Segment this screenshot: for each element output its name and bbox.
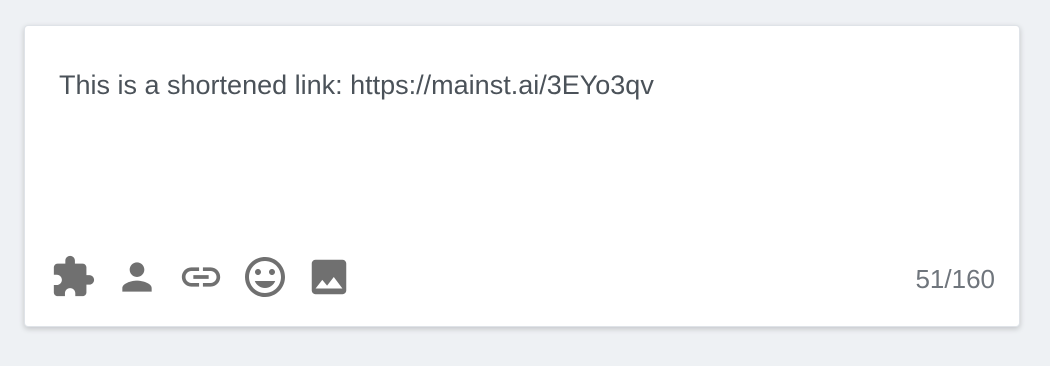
insert-emoji-button[interactable] [241,253,289,301]
insert-image-button[interactable] [305,253,353,301]
link-icon [178,254,224,300]
person-icon [115,255,159,299]
mention-person-button[interactable] [113,253,161,301]
message-text[interactable]: This is a shortened link: https://mainst… [59,68,989,102]
add-integration-button[interactable] [49,253,97,301]
puzzle-icon [50,254,96,300]
message-composer[interactable]: This is a shortened link: https://mainst… [24,25,1020,327]
composer-toolbar [49,252,369,302]
image-icon [306,254,352,300]
character-counter: 51/160 [915,264,995,294]
emoji-icon [241,253,289,301]
insert-link-button[interactable] [177,253,225,301]
